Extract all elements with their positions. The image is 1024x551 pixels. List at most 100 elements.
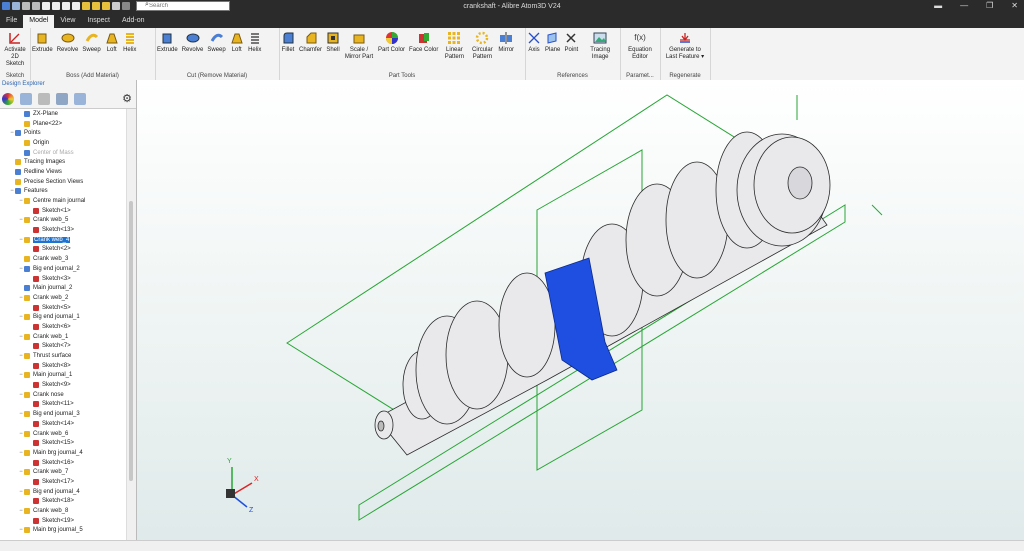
tree-item[interactable]: Main journal_2 — [0, 283, 126, 293]
tree-item[interactable]: − Crank nose — [0, 390, 126, 400]
face-color-button[interactable]: Face Color — [407, 31, 440, 61]
tree-item[interactable]: − Main brg journal_4 — [0, 448, 126, 458]
tree-item-label: Sketch<3> — [42, 275, 71, 282]
tree-item[interactable]: Sketch<2> — [0, 245, 126, 255]
tracing-image-button[interactable]: Tracing Image — [580, 31, 620, 61]
part-color-button[interactable]: Part Color — [376, 31, 407, 61]
tree-item[interactable]: Tracing Images — [0, 157, 126, 167]
tree-item[interactable]: − Thrust surface — [0, 351, 126, 361]
tab-add-on[interactable]: Add-on — [116, 15, 151, 28]
tree-item[interactable]: − Main brg journal_5 — [0, 526, 126, 536]
close-icon[interactable]: ✕ — [1011, 1, 1018, 10]
tree-item-label: Crank web_8 — [33, 508, 69, 515]
feature-icon — [15, 159, 21, 166]
axis-button[interactable]: Axis — [525, 31, 543, 61]
design-explorer: Design Explorer ⚙ ZX-Plane Plane<22> − Poin… — [0, 80, 137, 540]
tree-item[interactable]: − Points — [0, 128, 126, 138]
tree-item-label: Crank web_2 — [33, 294, 69, 301]
linear-pattern-button[interactable]: Linear Pattern — [440, 31, 468, 61]
model-viewport[interactable]: Y X Z — [137, 80, 1024, 540]
tree-item[interactable]: Sketch<3> — [0, 274, 126, 284]
fillet-icon — [283, 32, 294, 44]
color-wheel-icon[interactable] — [2, 93, 14, 105]
tree-item[interactable]: − Crank web_1 — [0, 332, 126, 342]
tab-model[interactable]: Model — [23, 15, 55, 28]
flywheel-hub — [787, 166, 813, 200]
cut-helix-button[interactable]: Helix — [246, 31, 264, 54]
fillet-button[interactable]: Fillet — [279, 31, 297, 61]
ribbon-toggle-icon[interactable]: ▬ — [934, 1, 942, 10]
axes-icon[interactable] — [74, 93, 86, 105]
table-icon[interactable] — [38, 93, 50, 105]
tree-item[interactable]: − Main journal_1 — [0, 371, 126, 381]
minimize-icon[interactable]: — — [960, 1, 968, 10]
chamfer-button[interactable]: Chamfer — [297, 31, 324, 61]
tree-item[interactable]: − Big end journal_2 — [0, 264, 126, 274]
boss-extrude-button[interactable]: Extrude — [30, 31, 55, 54]
tree-item[interactable]: Sketch<9> — [0, 380, 126, 390]
tree-item[interactable]: ZX-Plane — [0, 109, 126, 119]
shell-button[interactable]: Shell — [324, 31, 342, 61]
window-controls: ▬ — ❐ ✕ — [934, 1, 1018, 10]
tree-item[interactable]: − Crank web_4 — [0, 235, 126, 245]
explorer-scrollbar[interactable] — [126, 109, 136, 540]
maximize-icon[interactable]: ❐ — [986, 1, 993, 10]
tree-item[interactable]: − Crank web_7 — [0, 467, 126, 477]
feature-icon — [15, 178, 21, 185]
tree-item[interactable]: Sketch<17> — [0, 477, 126, 487]
tree-item-label: Sketch<6> — [42, 323, 71, 330]
point-button[interactable]: Point — [562, 31, 580, 61]
tree-item[interactable]: − Big end journal_1 — [0, 312, 126, 322]
tree-item-label: Big end journal_2 — [33, 265, 80, 272]
cut-revolve-button[interactable]: Revolve — [180, 31, 206, 54]
monitor-icon[interactable] — [56, 93, 68, 105]
tree-item[interactable]: Sketch<11> — [0, 400, 126, 410]
scale-mirror-part-button[interactable]: Scale / Mirror Part — [342, 31, 376, 61]
tab-inspect[interactable]: Inspect — [81, 15, 116, 28]
circular-pattern-button[interactable]: Circular Pattern — [468, 31, 496, 61]
scrollbar-thumb[interactable] — [129, 201, 133, 481]
tree-item[interactable]: Sketch<13> — [0, 225, 126, 235]
boss-loft-button[interactable]: Loft — [103, 31, 121, 54]
boss-helix-button[interactable]: Helix — [121, 31, 139, 54]
cut-loft-button[interactable]: Loft — [228, 31, 246, 54]
tree-item[interactable]: Sketch<19> — [0, 516, 126, 526]
tree-item[interactable]: − Big end journal_4 — [0, 487, 126, 497]
tree-item[interactable]: Origin — [0, 138, 126, 148]
mirror-button[interactable]: Mirror — [496, 31, 516, 61]
tree-item[interactable]: − Big end journal_3 — [0, 409, 126, 419]
tree-item[interactable]: Sketch<1> — [0, 206, 126, 216]
tree-item[interactable]: Sketch<16> — [0, 458, 126, 468]
generate-to-last-feature-button[interactable]: Generate to Last Feature ▾ — [661, 31, 709, 61]
tab-file[interactable]: File — [0, 15, 23, 28]
tree-item[interactable]: − Crank web_6 — [0, 429, 126, 439]
tree-item[interactable]: Plane<22> — [0, 119, 126, 129]
tree-item[interactable]: Sketch<8> — [0, 361, 126, 371]
tree-item[interactable]: Precise Section Views — [0, 177, 126, 187]
activate-2d-sketch-button[interactable]: Activate 2D Sketch — [0, 31, 30, 68]
gear-icon[interactable]: ⚙ — [122, 92, 132, 105]
tree-item[interactable]: − Crank web_8 — [0, 506, 126, 516]
tree-item[interactable]: − Centre main journal — [0, 196, 126, 206]
tree-item[interactable]: Center of Mass — [0, 148, 126, 158]
plane-button[interactable]: Plane — [543, 31, 562, 61]
tree-item[interactable]: Sketch<5> — [0, 303, 126, 313]
tree-item[interactable]: Redline Views — [0, 167, 126, 177]
equation-editor-button[interactable]: f(x) Equation Editor — [623, 31, 657, 61]
cut-extrude-button[interactable]: Extrude — [155, 31, 180, 54]
tree-item[interactable]: Crank web_3 — [0, 254, 126, 264]
tree-item[interactable]: Sketch<14> — [0, 419, 126, 429]
sketch-icon — [33, 343, 39, 350]
boss-sweep-button[interactable]: Sweep — [80, 31, 102, 54]
tree-item[interactable]: − Crank web_5 — [0, 216, 126, 226]
tree-item[interactable]: Sketch<7> — [0, 342, 126, 352]
cut-sweep-button[interactable]: Sweep — [205, 31, 227, 54]
tab-view[interactable]: View — [54, 15, 81, 28]
boss-revolve-button[interactable]: Revolve — [55, 31, 81, 54]
tree-item[interactable]: − Crank web_2 — [0, 293, 126, 303]
tree-item[interactable]: − Features — [0, 187, 126, 197]
tree-item[interactable]: Sketch<6> — [0, 322, 126, 332]
branch-icon[interactable] — [20, 93, 32, 105]
tree-item[interactable]: Sketch<18> — [0, 497, 126, 507]
tree-item[interactable]: Sketch<15> — [0, 438, 126, 448]
